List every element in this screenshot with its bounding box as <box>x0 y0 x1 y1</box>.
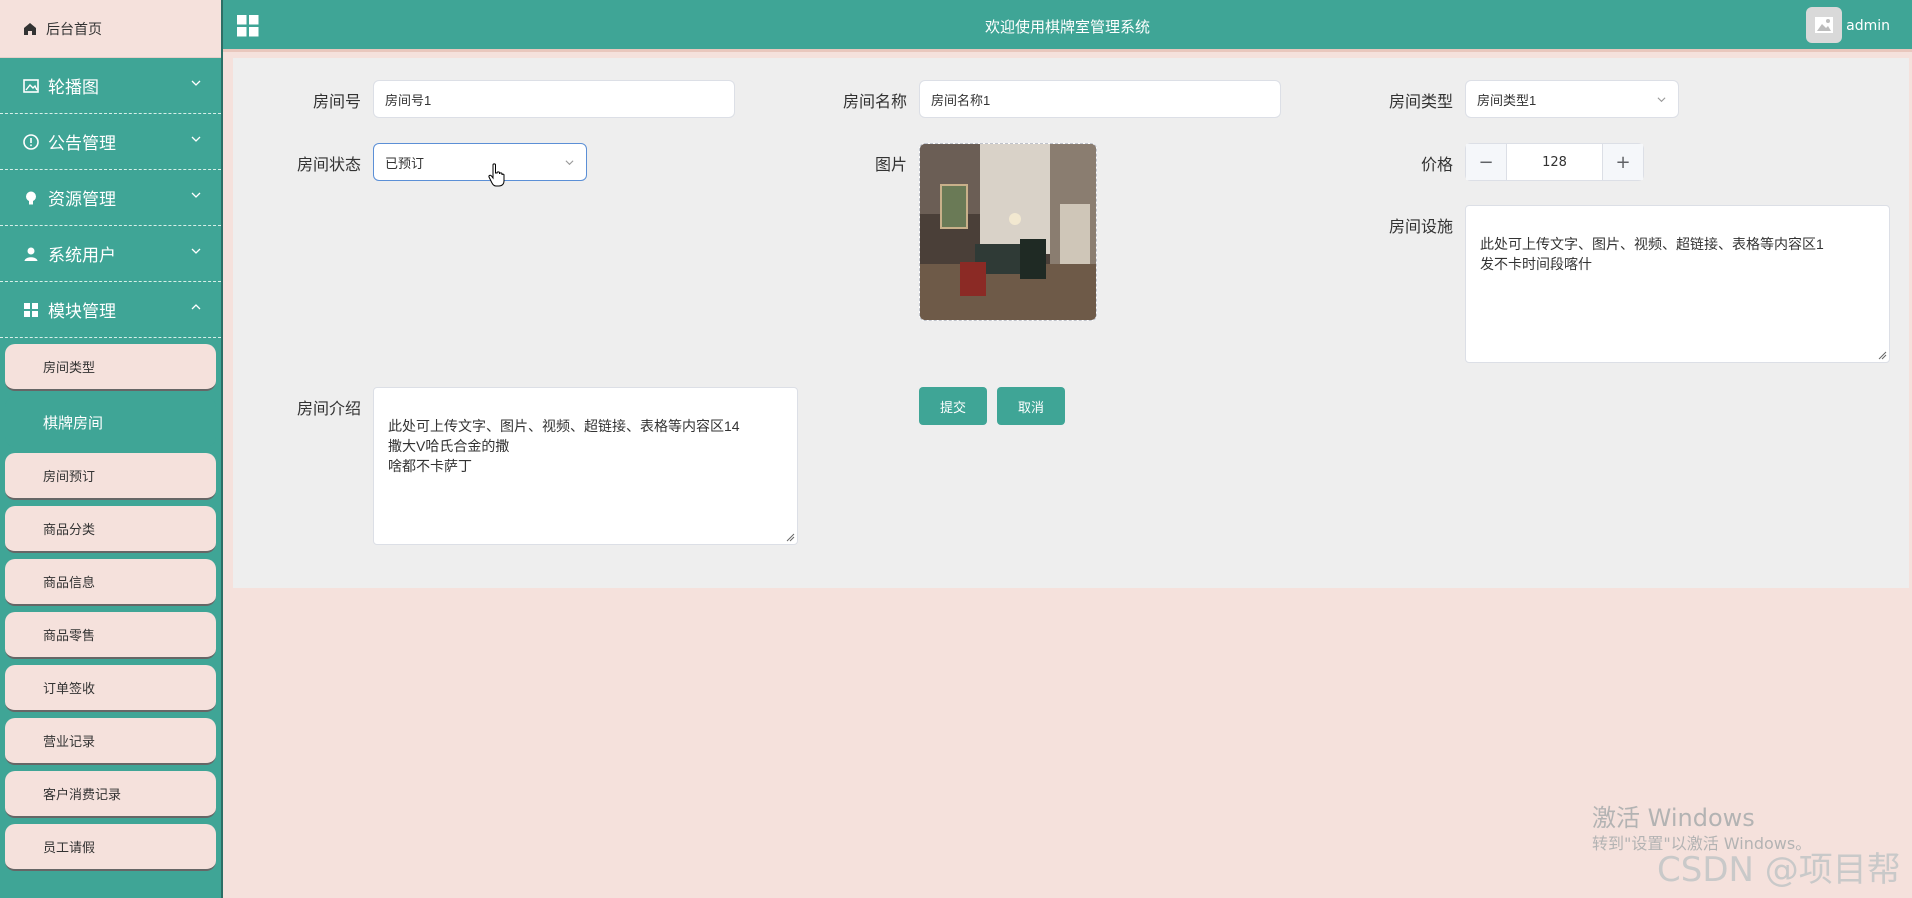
info-icon <box>23 133 39 150</box>
sidebar: 后台首页 轮播图 公告管理 资源管理 系统用户 模块管理 房间类型 棋牌房间 房… <box>0 0 223 898</box>
sidebar-item-room-booking[interactable]: 房间预订 <box>5 453 216 500</box>
form-panel: 房间号 房间号1 房间名称 房间名称1 房间类型 房间类型1 房间状态 已预订 … <box>233 58 1909 588</box>
room-type-label: 房间类型 <box>1388 92 1453 111</box>
sidebar-menu-notice[interactable]: 公告管理 <box>0 114 221 170</box>
room-no-input[interactable]: 房间号1 <box>373 80 735 118</box>
sidebar-item-order-sign[interactable]: 订单签收 <box>5 665 216 712</box>
chevron-down-icon <box>191 136 201 142</box>
sidebar-menu-resource[interactable]: 资源管理 <box>0 170 221 226</box>
csdn-watermark: CSDN @项目帮 <box>1657 850 1901 890</box>
image-icon <box>23 78 39 93</box>
chevron-up-icon <box>191 304 201 310</box>
cancel-button[interactable]: 取消 <box>997 387 1065 425</box>
room-name-label: 房间名称 <box>842 92 907 111</box>
intro-label: 房间介绍 <box>296 399 361 418</box>
price-stepper[interactable]: − 128 + <box>1465 143 1644 181</box>
price-decrease-button[interactable]: − <box>1466 144 1506 180</box>
facilities-textarea[interactable]: 此处可上传文字、图片、视频、超链接、表格等内容区1 发不卡时间段喀什 <box>1465 205 1890 363</box>
sidebar-menu-label: 公告管理 <box>48 134 116 154</box>
user-icon <box>24 247 38 261</box>
price-label: 价格 <box>1420 155 1453 174</box>
chevron-down-icon <box>1657 97 1666 103</box>
user-name[interactable]: admin <box>1846 18 1890 34</box>
resize-handle-icon[interactable] <box>785 532 795 542</box>
room-type-select[interactable]: 房间类型1 <box>1465 80 1679 118</box>
room-status-label: 房间状态 <box>296 155 361 174</box>
windows-activation-title: 激活 Windows <box>1592 804 1755 832</box>
facilities-label: 房间设施 <box>1388 217 1453 236</box>
sidebar-menu-carousel[interactable]: 轮播图 <box>0 58 221 114</box>
sidebar-home[interactable]: 后台首页 <box>0 0 221 58</box>
sidebar-menu-modules[interactable]: 模块管理 <box>0 282 221 338</box>
grid-icon <box>24 302 38 317</box>
chevron-down-icon <box>191 192 201 198</box>
sidebar-item-customer-record[interactable]: 客户消费记录 <box>5 771 216 818</box>
avatar-image-icon <box>1815 17 1833 33</box>
sidebar-item-room-type[interactable]: 房间类型 <box>5 344 216 391</box>
sidebar-menu-label: 资源管理 <box>48 190 116 210</box>
submit-button[interactable]: 提交 <box>919 387 987 425</box>
page-title: 欢迎使用棋牌室管理系统 <box>984 18 1150 36</box>
resize-handle-icon[interactable] <box>1877 350 1887 360</box>
sidebar-home-label: 后台首页 <box>46 21 102 38</box>
sidebar-item-goods-category[interactable]: 商品分类 <box>5 506 216 553</box>
chevron-down-icon <box>191 248 201 254</box>
facilities-text: 此处可上传文字、图片、视频、超链接、表格等内容区1 发不卡时间段喀什 <box>1480 236 1824 272</box>
sidebar-item-chess-room[interactable]: 棋牌房间 <box>5 397 216 447</box>
room-type-value: 房间类型1 <box>1477 92 1537 108</box>
sidebar-item-goods-retail[interactable]: 商品零售 <box>5 612 216 659</box>
hand-cursor-icon <box>488 163 505 187</box>
sidebar-menu-users[interactable]: 系统用户 <box>0 226 221 282</box>
home-icon <box>24 22 36 35</box>
price-increase-button[interactable]: + <box>1603 144 1643 180</box>
room-photo <box>920 144 1096 320</box>
sidebar-item-staff-leave[interactable]: 员工请假 <box>5 824 216 871</box>
price-value[interactable]: 128 <box>1506 144 1603 180</box>
chevron-down-icon <box>565 160 574 166</box>
intro-textarea[interactable]: 此处可上传文字、图片、视频、超链接、表格等内容区14 撒大V哈氏合金的撒 啥都不… <box>373 387 798 545</box>
top-header: 欢迎使用棋牌室管理系统 admin <box>223 0 1912 52</box>
intro-text: 此处可上传文字、图片、视频、超链接、表格等内容区14 撒大V哈氏合金的撒 啥都不… <box>388 418 740 474</box>
sidebar-menu-label: 轮播图 <box>48 78 99 98</box>
sidebar-item-goods-info[interactable]: 商品信息 <box>5 559 216 606</box>
room-no-label: 房间号 <box>312 92 361 111</box>
room-name-input[interactable]: 房间名称1 <box>919 80 1281 118</box>
avatar[interactable] <box>1806 7 1842 43</box>
chevron-down-icon <box>191 80 201 86</box>
picture-label: 图片 <box>874 155 907 174</box>
sidebar-menu-label: 系统用户 <box>48 246 116 266</box>
picture-upload[interactable] <box>919 143 1097 321</box>
room-status-value: 已预订 <box>385 155 425 171</box>
sidebar-menu-label: 模块管理 <box>48 302 116 322</box>
room-status-select[interactable]: 已预订 <box>373 143 587 181</box>
sidebar-item-business-record[interactable]: 营业记录 <box>5 718 216 765</box>
bulb-icon <box>26 191 36 204</box>
